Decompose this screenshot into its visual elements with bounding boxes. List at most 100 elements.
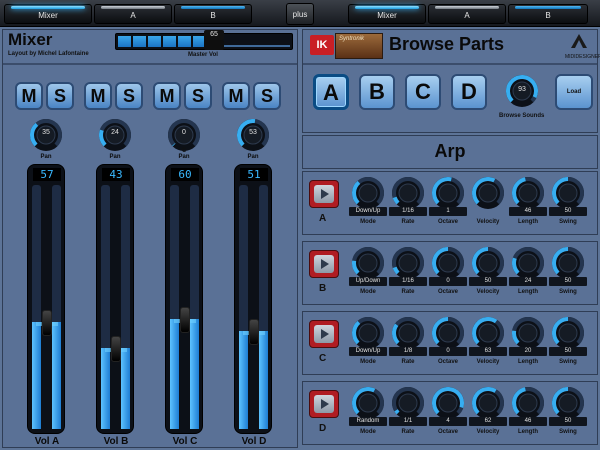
arp-length-dial[interactable]	[511, 386, 545, 420]
arp-swing-knob[interactable]: 50 Swing	[549, 316, 587, 365]
arp-velocity-dial[interactable]	[471, 316, 505, 350]
arp-length-knob[interactable]: 46 Length	[509, 176, 547, 225]
arp-mode-knob[interactable]: Down/Up Mode	[349, 316, 387, 365]
tab-label: B	[210, 11, 216, 20]
tab-b-left[interactable]: B	[174, 4, 252, 24]
arp-rate-knob[interactable]: 1/1 Rate	[389, 386, 427, 435]
arp-rate-dial[interactable]	[391, 316, 425, 350]
tab-a-right[interactable]: A	[428, 4, 506, 24]
arp-swing-dial[interactable]	[551, 176, 585, 210]
tab-a-left[interactable]: A	[94, 4, 172, 24]
mute-button[interactable]: M	[153, 82, 181, 110]
volume-readout: 51	[240, 168, 268, 181]
solo-button[interactable]: S	[184, 82, 212, 110]
play-button[interactable]	[309, 180, 339, 208]
volume-fader-thumb[interactable]	[180, 307, 190, 334]
play-icon	[321, 329, 329, 339]
arp-length-knob[interactable]: 20 Length	[509, 316, 547, 365]
arp-octave-dial[interactable]	[431, 176, 465, 210]
tab-mixer-left[interactable]: Mixer	[4, 4, 92, 24]
arp-velocity-value: 50	[469, 277, 507, 286]
arp-velocity-dial[interactable]	[471, 386, 505, 420]
volume-fader[interactable]: 57	[27, 164, 65, 434]
arp-velocity-dial[interactable]	[471, 176, 505, 210]
play-button[interactable]	[309, 320, 339, 348]
mute-button[interactable]: M	[222, 82, 250, 110]
arp-swing-value: 50	[549, 277, 587, 286]
arp-rate-knob[interactable]: 1/16 Rate	[389, 176, 427, 225]
arp-velocity-knob[interactable]: 63 Velocity	[469, 316, 507, 365]
arp-octave-knob[interactable]: 0 Octave	[429, 316, 467, 365]
arp-swing-dial[interactable]	[551, 386, 585, 420]
load-button[interactable]: Load	[555, 74, 593, 110]
arp-velocity-dial[interactable]	[471, 246, 505, 280]
pan-knob[interactable]: 24	[98, 118, 132, 157]
arp-rate-dial[interactable]	[391, 386, 425, 420]
arp-swing-dial[interactable]	[551, 246, 585, 280]
volume-fader[interactable]: 43	[96, 164, 134, 434]
browse-sounds-knob[interactable]: 93	[505, 74, 539, 113]
pan-knob[interactable]: 0 C	[167, 118, 201, 157]
volume-fader[interactable]: 51	[234, 164, 272, 434]
part-c-button[interactable]: C	[405, 74, 441, 110]
arp-mode-dial[interactable]	[351, 386, 385, 420]
arp-octave-dial[interactable]	[431, 316, 465, 350]
top-tab-bar: Mixer A B plus Mixer A B	[0, 0, 600, 27]
tab-mixer-right[interactable]: Mixer	[348, 4, 426, 24]
part-b-button[interactable]: B	[359, 74, 395, 110]
plus-button[interactable]: plus	[286, 3, 314, 25]
play-button[interactable]	[309, 390, 339, 418]
arp-length-dial[interactable]	[511, 176, 545, 210]
divider	[3, 63, 297, 65]
pan-knob[interactable]: 53	[236, 118, 270, 157]
arp-rate-knob[interactable]: 1/8 Rate	[389, 316, 427, 365]
master-volume-slider[interactable]: 65	[115, 30, 293, 50]
play-button[interactable]	[309, 250, 339, 278]
mute-button[interactable]: M	[15, 82, 43, 110]
volume-fader-thumb[interactable]	[249, 319, 259, 346]
arp-row: C Down/Up Mode 1/8 Rate 0 Octave 63 Velo…	[302, 311, 598, 375]
part-a-button[interactable]: A	[313, 74, 349, 110]
volume-fader-thumb[interactable]	[111, 336, 121, 363]
solo-button[interactable]: S	[253, 82, 281, 110]
part-d-button[interactable]: D	[451, 74, 487, 110]
arp-rate-value: 1/16	[389, 277, 427, 286]
volume-fader-thumb[interactable]	[42, 309, 52, 336]
solo-button[interactable]: S	[115, 82, 143, 110]
arp-rate-value: 1/16	[389, 207, 427, 216]
arp-mode-knob[interactable]: Random Mode	[349, 386, 387, 435]
arp-mode-dial[interactable]	[351, 246, 385, 280]
arp-length-knob[interactable]: 46 Length	[509, 386, 547, 435]
master-volume-thumb[interactable]	[204, 40, 224, 50]
arp-length-dial[interactable]	[511, 316, 545, 350]
arp-length-knob[interactable]: 24 Length	[509, 246, 547, 295]
arp-length-dial[interactable]	[511, 246, 545, 280]
arp-swing-knob[interactable]: 50 Swing	[549, 386, 587, 435]
pan-knob[interactable]: 35	[29, 118, 63, 157]
arp-mode-dial[interactable]	[351, 176, 385, 210]
arp-swing-knob[interactable]: 50 Swing	[549, 176, 587, 225]
tab-b-right[interactable]: B	[508, 4, 588, 24]
mute-button[interactable]: M	[84, 82, 112, 110]
arp-velocity-knob[interactable]: 50 Velocity	[469, 246, 507, 295]
volume-fader[interactable]: 60	[165, 164, 203, 434]
arp-swing-dial[interactable]	[551, 316, 585, 350]
solo-button[interactable]: S	[46, 82, 74, 110]
arp-velocity-knob[interactable]: 62 Velocity	[469, 386, 507, 435]
arp-rate-knob[interactable]: 1/16 Rate	[389, 246, 427, 295]
arp-octave-knob[interactable]: 4 Octave	[429, 386, 467, 435]
arp-mode-knob[interactable]: Down/Up Mode	[349, 176, 387, 225]
arp-octave-dial[interactable]	[431, 246, 465, 280]
arp-rate-dial[interactable]	[391, 246, 425, 280]
arp-octave-knob[interactable]: 0 Octave	[429, 246, 467, 295]
arp-mode-knob[interactable]: Up/Down Mode	[349, 246, 387, 295]
arp-octave-knob[interactable]: 1 Octave	[429, 176, 467, 225]
arp-swing-knob[interactable]: 50 Swing	[549, 246, 587, 295]
arp-rate-dial[interactable]	[391, 176, 425, 210]
arp-octave-label: Octave	[437, 359, 458, 365]
arp-octave-value: 0	[429, 347, 467, 356]
arp-octave-dial[interactable]	[431, 386, 465, 420]
arp-mode-dial[interactable]	[351, 316, 385, 350]
browse-panel: IK Syntronik Browse Parts MIDIDESIGNER A…	[302, 29, 600, 133]
arp-velocity-knob[interactable]: Velocity	[471, 176, 505, 225]
